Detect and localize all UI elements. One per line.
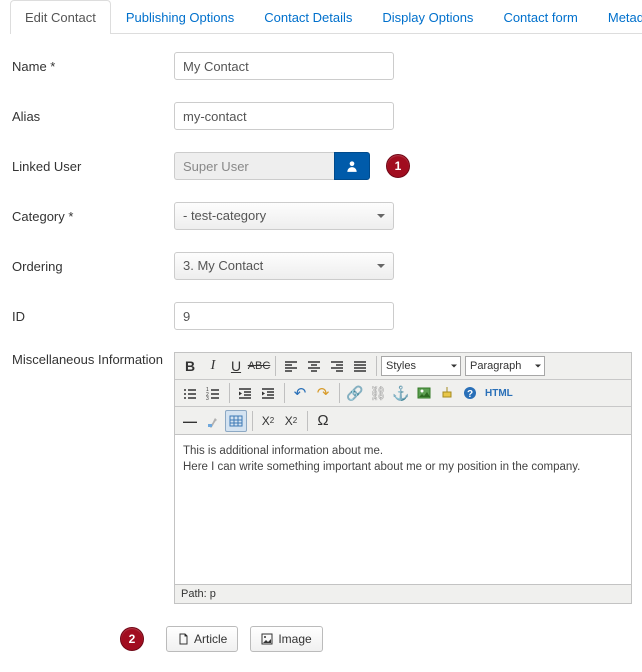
editor-toolbar: B I U ABC <box>174 352 632 435</box>
label-name: Name * <box>12 59 174 74</box>
separator <box>275 356 276 376</box>
ordering-select[interactable]: 3. My Contact <box>174 252 394 280</box>
tab-display-options[interactable]: Display Options <box>367 0 488 34</box>
undo-button[interactable]: ↶ <box>289 382 311 404</box>
html-button[interactable]: HTML <box>482 382 516 404</box>
label-ordering: Ordering <box>12 259 174 274</box>
special-char-button[interactable]: Ω <box>312 410 334 432</box>
name-input[interactable] <box>174 52 394 80</box>
callout-1: 1 <box>386 154 410 178</box>
ordered-list-button[interactable]: 123 <box>202 382 224 404</box>
separator <box>284 383 285 403</box>
image-icon <box>261 633 273 645</box>
tab-edit-contact[interactable]: Edit Contact <box>10 0 111 34</box>
align-left-button[interactable] <box>280 355 302 377</box>
category-select[interactable]: - test-category <box>174 202 394 230</box>
editor-path: Path: p <box>174 585 632 604</box>
separator <box>339 383 340 403</box>
tab-contact-details[interactable]: Contact Details <box>249 0 367 34</box>
bullet-list-button[interactable] <box>179 382 201 404</box>
subscript-button[interactable]: X2 <box>257 410 279 432</box>
label-misc-info: Miscellaneous Information <box>12 352 174 367</box>
ordering-value: 3. My Contact <box>183 257 263 275</box>
align-right-button[interactable] <box>326 355 348 377</box>
chevron-down-icon <box>377 264 385 268</box>
separator <box>229 383 230 403</box>
unlink-button[interactable]: ⛓ <box>367 382 389 404</box>
rich-text-editor: B I U ABC <box>174 352 632 604</box>
align-justify-button[interactable] <box>349 355 371 377</box>
image-action-button[interactable]: Image <box>250 626 322 652</box>
separator <box>307 411 308 431</box>
alias-input[interactable] <box>174 102 394 130</box>
editor-content[interactable]: This is additional information about me.… <box>174 435 632 585</box>
help-button[interactable]: ? <box>459 382 481 404</box>
tab-contact-form[interactable]: Contact form <box>488 0 592 34</box>
anchor-button[interactable]: ⚓ <box>390 382 412 404</box>
article-button[interactable]: Article <box>166 626 238 652</box>
hr-button[interactable]: — <box>179 410 201 432</box>
category-value: - test-category <box>183 207 266 225</box>
tab-metadata[interactable]: Metada <box>593 0 642 34</box>
italic-button[interactable]: I <box>202 355 224 377</box>
user-icon <box>345 159 359 173</box>
label-category: Category * <box>12 209 174 224</box>
cleanup-button[interactable] <box>436 382 458 404</box>
editor-line: Here I can write something important abo… <box>183 459 623 475</box>
indent-button[interactable] <box>257 382 279 404</box>
separator <box>252 411 253 431</box>
select-user-button[interactable] <box>334 152 370 180</box>
chevron-down-icon <box>377 214 385 218</box>
id-input <box>174 302 394 330</box>
label-id: ID <box>12 309 174 324</box>
paragraph-select[interactable]: Paragraph <box>465 356 545 376</box>
image-button[interactable] <box>413 382 435 404</box>
remove-format-button[interactable] <box>202 410 224 432</box>
tab-publishing-options[interactable]: Publishing Options <box>111 0 249 34</box>
superscript-button[interactable]: X2 <box>280 410 302 432</box>
label-alias: Alias <box>12 109 174 124</box>
align-center-button[interactable] <box>303 355 325 377</box>
underline-button[interactable]: U <box>225 355 247 377</box>
linked-user-input <box>174 152 334 180</box>
toggle-guidelines-button[interactable] <box>225 410 247 432</box>
redo-button[interactable]: ↷ <box>312 382 334 404</box>
link-button[interactable]: 🔗 <box>344 382 366 404</box>
label-linked-user: Linked User <box>12 159 174 174</box>
strike-button[interactable]: ABC <box>248 355 270 377</box>
callout-2: 2 <box>120 627 144 651</box>
svg-text:?: ? <box>467 389 473 400</box>
bold-button[interactable]: B <box>179 355 201 377</box>
separator <box>376 356 377 376</box>
outdent-button[interactable] <box>234 382 256 404</box>
styles-select[interactable]: Styles <box>381 356 461 376</box>
editor-line: This is additional information about me. <box>183 443 623 459</box>
tab-bar: Edit Contact Publishing Options Contact … <box>10 0 642 34</box>
svg-text:3: 3 <box>206 396 209 400</box>
article-icon <box>177 633 189 645</box>
